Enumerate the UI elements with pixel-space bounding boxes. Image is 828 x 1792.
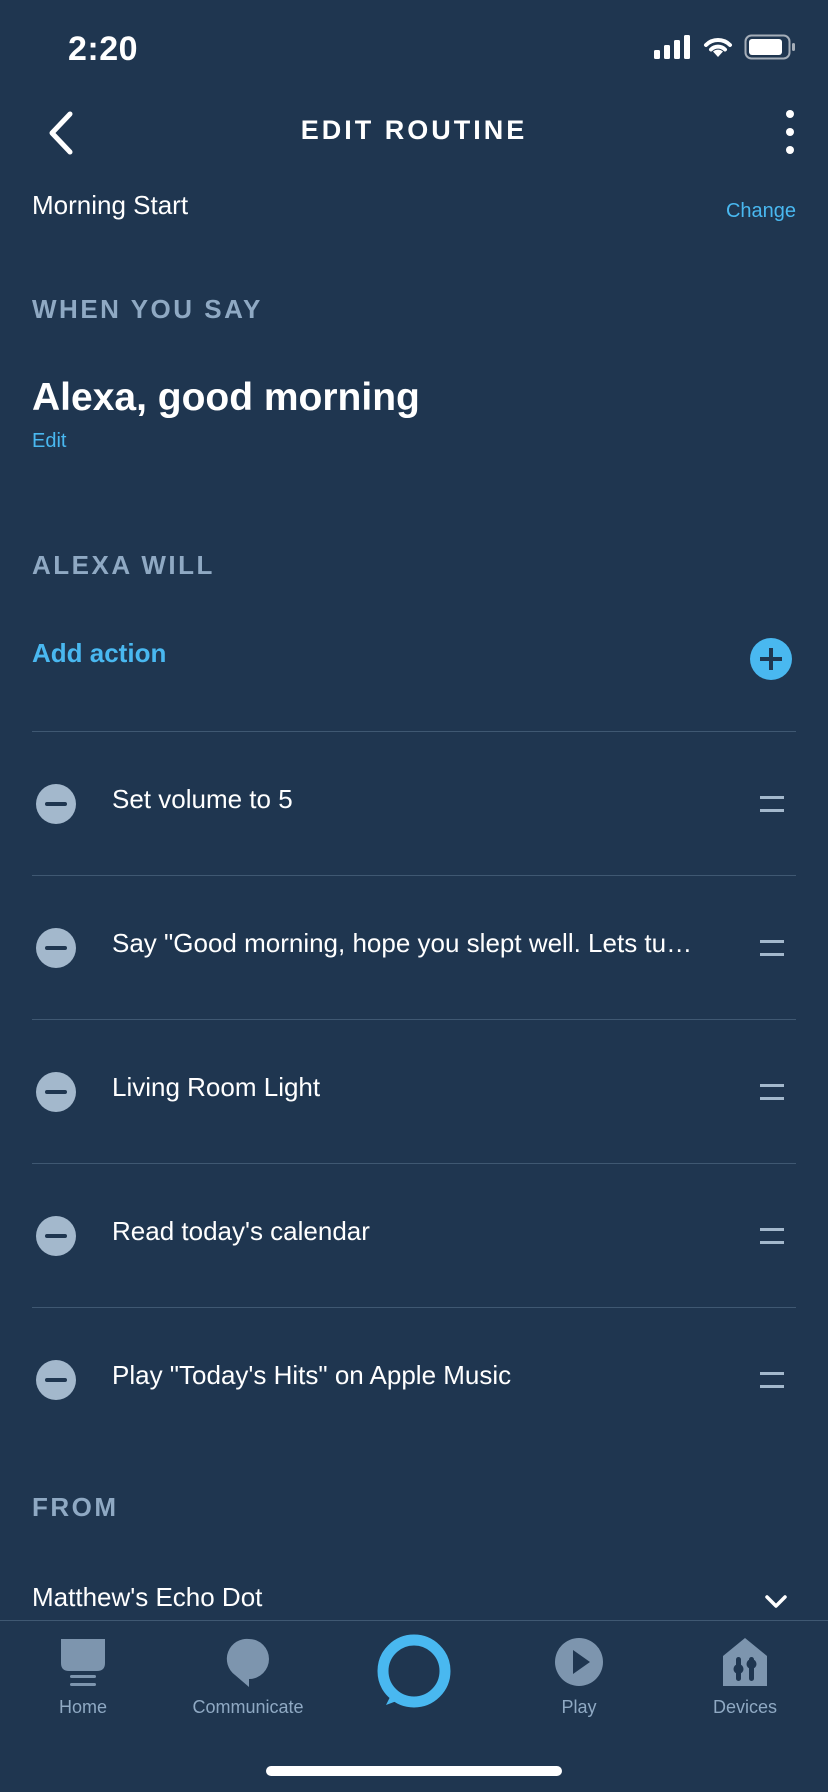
home-indicator[interactable] bbox=[266, 1766, 562, 1776]
action-list: Set volume to 5 Say "Good morning, hope … bbox=[32, 731, 796, 1451]
alexa-button[interactable] bbox=[376, 1633, 452, 1709]
nav-home-label: Home bbox=[58, 1697, 107, 1717]
status-time: 2:20 bbox=[68, 30, 139, 68]
action-label: Say "Good morning, hope you slept well. … bbox=[112, 928, 693, 958]
more-dot-icon bbox=[786, 128, 794, 136]
drag-handle-icon[interactable] bbox=[760, 1084, 784, 1100]
wifi-icon bbox=[704, 38, 732, 57]
drag-handle-icon[interactable] bbox=[760, 1228, 784, 1244]
add-action-link[interactable]: Add action bbox=[32, 638, 166, 669]
change-name-link[interactable]: Change bbox=[726, 200, 796, 223]
from-label: FROM bbox=[32, 1492, 119, 1522]
remove-action-button[interactable] bbox=[36, 1072, 76, 1112]
remove-action-button[interactable] bbox=[36, 1360, 76, 1400]
home-icon bbox=[61, 1639, 105, 1686]
battery-icon bbox=[744, 34, 795, 60]
nav-devices-label: Devices bbox=[712, 1697, 778, 1717]
action-item[interactable]: Play "Today's Hits" on Apple Music bbox=[32, 1307, 796, 1451]
action-label: Set volume to 5 bbox=[112, 784, 293, 814]
action-label: Living Room Light bbox=[112, 1072, 321, 1102]
action-item[interactable]: Say "Good morning, hope you slept well. … bbox=[32, 875, 796, 1019]
chevron-down-icon[interactable] bbox=[764, 1590, 788, 1614]
nav-play[interactable]: Play bbox=[499, 1635, 659, 1718]
routine-name: Morning Start bbox=[32, 190, 189, 220]
more-dot-icon bbox=[786, 146, 794, 154]
devices-icon bbox=[723, 1638, 767, 1686]
when-you-say-label: WHEN YOU SAY bbox=[32, 294, 263, 324]
drag-handle-icon[interactable] bbox=[760, 940, 784, 956]
drag-handle-icon[interactable] bbox=[760, 1372, 784, 1388]
edit-routine-screen: 2:20 EDIT ROUTINE Morning Start Change W… bbox=[0, 0, 828, 1792]
action-item[interactable]: Living Room Light bbox=[32, 1019, 796, 1163]
nav-home[interactable]: Home bbox=[3, 1635, 163, 1718]
add-action-button[interactable] bbox=[750, 638, 792, 680]
status-icons bbox=[654, 34, 796, 60]
remove-action-button[interactable] bbox=[36, 928, 76, 968]
drag-handle-icon[interactable] bbox=[760, 796, 784, 812]
nav-communicate-label: Communicate bbox=[192, 1697, 304, 1717]
more-dot-icon bbox=[786, 110, 794, 118]
action-label: Play "Today's Hits" on Apple Music bbox=[112, 1360, 512, 1390]
communicate-icon bbox=[226, 1638, 269, 1687]
play-icon bbox=[555, 1638, 603, 1686]
remove-action-button[interactable] bbox=[36, 1216, 76, 1256]
nav-devices[interactable]: Devices bbox=[665, 1635, 825, 1718]
nav-play-label: Play bbox=[561, 1697, 597, 1717]
action-item[interactable]: Set volume to 5 bbox=[32, 731, 796, 875]
action-item[interactable]: Read today's calendar bbox=[32, 1163, 796, 1307]
remove-action-button[interactable] bbox=[36, 784, 76, 824]
edit-phrase-link[interactable]: Edit bbox=[32, 430, 66, 453]
cellular-signal-icon bbox=[654, 35, 690, 59]
trigger-phrase: Alexa, good morning bbox=[32, 376, 420, 419]
more-options-button[interactable] bbox=[780, 110, 800, 154]
alexa-will-label: ALEXA WILL bbox=[32, 550, 215, 580]
page-title: EDIT ROUTINE bbox=[300, 115, 528, 145]
alexa-icon bbox=[377, 1634, 451, 1708]
nav-communicate[interactable]: Communicate bbox=[168, 1635, 328, 1718]
action-label: Read today's calendar bbox=[112, 1216, 370, 1246]
device-select[interactable]: Matthew's Echo Dot bbox=[32, 1582, 262, 1613]
